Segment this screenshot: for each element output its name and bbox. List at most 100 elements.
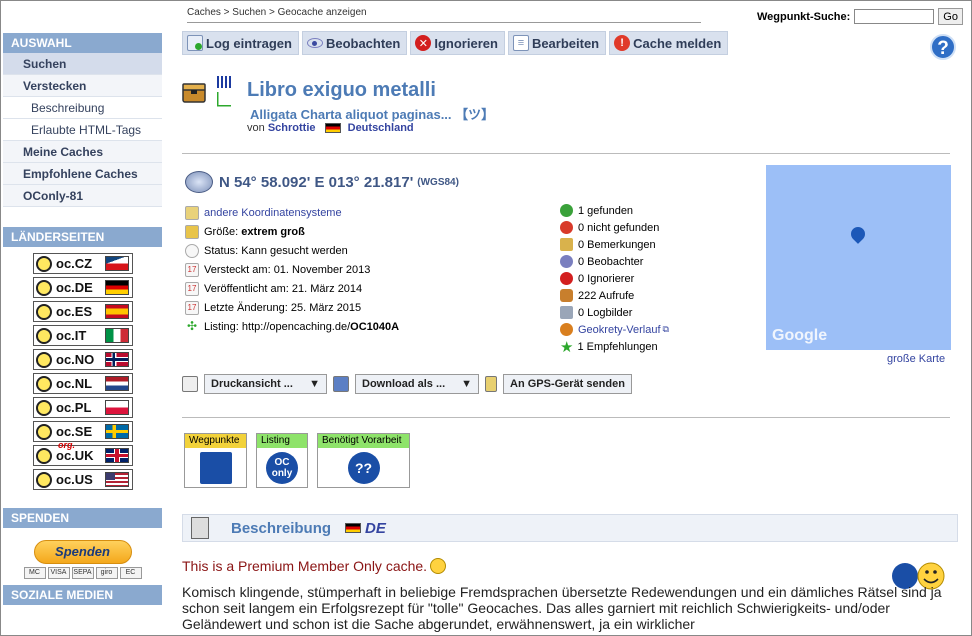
status-text: Status: Kann gesucht werden [204,244,348,257]
external-link-icon: ⧉ [662,324,669,334]
country-link-pl[interactable]: oc.PL [33,397,133,418]
ignore-button[interactable]: ✕ Ignorieren [410,31,505,55]
waypoints-icon [199,452,232,484]
sidebar-heading-auswahl: AUSWAHL [3,33,162,53]
breadcrumb[interactable]: Caches > Suchen > Geocache anzeigen [187,7,701,23]
report-icon: ! [614,35,631,51]
map-pin-icon [848,224,868,244]
download-select[interactable]: Download als ... ▼ [355,374,479,394]
oc-logo-icon [36,327,52,344]
dropdown-arrow-icon: ▼ [309,378,320,390]
country-link-no[interactable]: oc.NO [33,349,133,370]
send-to-gps-button[interactable]: An GPS-Gerät senden [503,374,632,394]
sidebar-heading-laender: LÄNDERSEITEN [3,227,162,247]
coordinates-value: N 54° 58.092' E 013° 21.817' [219,173,414,191]
ec-icon: EC [119,567,142,579]
visa-icon: VISA [47,567,70,579]
oc-logo-icon [36,447,52,464]
flag-pl-icon [105,400,129,415]
sidebar: AUSWAHL Suchen Verstecken Beschreibung E… [3,33,162,605]
sidebar-item-html-tags[interactable]: Erlaubte HTML-Tags [3,119,162,141]
attribute-listing[interactable]: Listing OC only [256,433,308,488]
oc-logo-icon [36,351,52,368]
country-link-se[interactable]: oc.SE [33,421,133,442]
watch-button[interactable]: Beobachten [301,31,408,55]
waypoint-search-go-button[interactable]: Go [938,8,963,25]
country-link-de[interactable]: oc.DE [33,277,133,298]
cache-actions: Druckansicht ... ▼ Download als ... ▼ An G… [182,374,632,394]
edit-icon: ≡ [512,35,529,51]
waypoint-search: Wegpunkt-Suche: Go [757,8,963,25]
cache-owner: von Schrottie Deutschland [247,122,414,134]
report-button[interactable]: ! Cache melden [609,31,729,55]
sidebar-item-beschreibung[interactable]: Beschreibung [3,97,162,119]
country-link-cz[interactable]: oc.CZ [33,253,133,274]
sidebar-item-meine-caches[interactable]: Meine Caches [3,141,162,163]
oc-logo-icon [36,375,52,392]
calendar-icon: 17 [185,262,199,277]
calendar-icon: 17 [185,281,199,296]
country-link-it[interactable]: oc.IT [33,325,133,346]
cache-toolbar: Log eintragen Beobachten ✕ Ignorieren ≡ Be… [182,31,729,55]
description-text: Komisch klingende, stümperhaft in belieb… [182,584,942,632]
ignore-icon: ✕ [415,35,432,51]
description-header: Beschreibung DE [182,514,958,542]
geokrety-icon [560,323,573,336]
country-link-us[interactable]: oc.US [33,469,133,490]
print-select[interactable]: Druckansicht ... ▼ [204,374,327,394]
big-map-link[interactable]: große Karte [887,353,945,365]
flag-uk-icon [105,448,129,463]
question-marks-icon: ?? [347,452,380,484]
country-link-uk[interactable]: org. oc.UK [33,440,133,466]
country-links: oc.CZ oc.DE oc.ES oc.IT oc.NO oc.NL oc.P… [3,247,162,490]
geokrety-link[interactable]: Geokrety-Verlauf [578,324,661,336]
flag-de-icon [345,523,362,533]
oc-logo-icon [36,255,52,272]
oc-logo-icon [36,399,52,416]
divider [182,417,950,418]
oc-logo-icon [36,423,52,440]
payment-cards: MC VISA SEPA giro EC [3,567,162,579]
log-button[interactable]: Log eintragen [182,31,299,55]
log-pictures-icon [560,306,573,319]
size-value: extrem groß [241,225,305,238]
waypoint-search-input[interactable] [854,9,935,24]
hidden-date: Versteckt am: 01. November 2013 [204,263,371,276]
log-icon [187,35,203,51]
sidebar-item-verstecken[interactable]: Verstecken [3,75,162,97]
coordinates-datum: (WGS84) [417,176,459,188]
gps-device-icon [485,376,497,392]
size-icon [185,224,199,239]
description-heading: Beschreibung [231,519,332,537]
cache-title: Libro exiguo metalli [247,79,436,101]
attribute-waypoints[interactable]: Wegpunkte [184,433,247,488]
document-icon [191,517,209,539]
flag-de-icon [324,123,341,134]
paypal-donate-button[interactable]: Spenden [33,540,132,564]
country-link-nl[interactable]: oc.NL [33,373,133,394]
flag-cz-icon [105,256,129,271]
oc-logo-icon [36,303,52,320]
description-language: DE [365,519,386,537]
divider [182,153,950,154]
google-logo: Google [772,327,828,344]
edit-button[interactable]: ≡ Bearbeiten [507,31,607,55]
owner-link[interactable]: Schrottie [268,122,316,134]
mastercard-icon: MC [23,567,46,579]
flag-us-icon [105,472,129,487]
sidebar-item-suchen[interactable]: Suchen [3,53,162,75]
watcher-icon [560,255,573,268]
sidebar-item-empfohlene-caches[interactable]: Empfohlene Caches [3,163,162,185]
map-preview[interactable]: Google [766,165,951,350]
attribute-preparation[interactable]: Benötigt Vorarbeit ?? [317,433,410,488]
other-coordinate-systems-link[interactable]: andere Koordinatensysteme [204,207,342,219]
printer-icon [182,376,198,392]
country-link[interactable]: Deutschland [348,122,414,134]
help-icon[interactable]: ? [930,34,956,60]
country-link-es[interactable]: oc.ES [33,301,133,322]
sidebar-item-oconly[interactable]: OConly-81 [3,185,162,207]
coordinates: N 54° 58.092' E 013° 21.817' (WGS84) [185,171,459,193]
sunglasses-smiley-icon [430,558,447,574]
note-icon [560,238,573,251]
flag-no-icon [105,352,129,367]
